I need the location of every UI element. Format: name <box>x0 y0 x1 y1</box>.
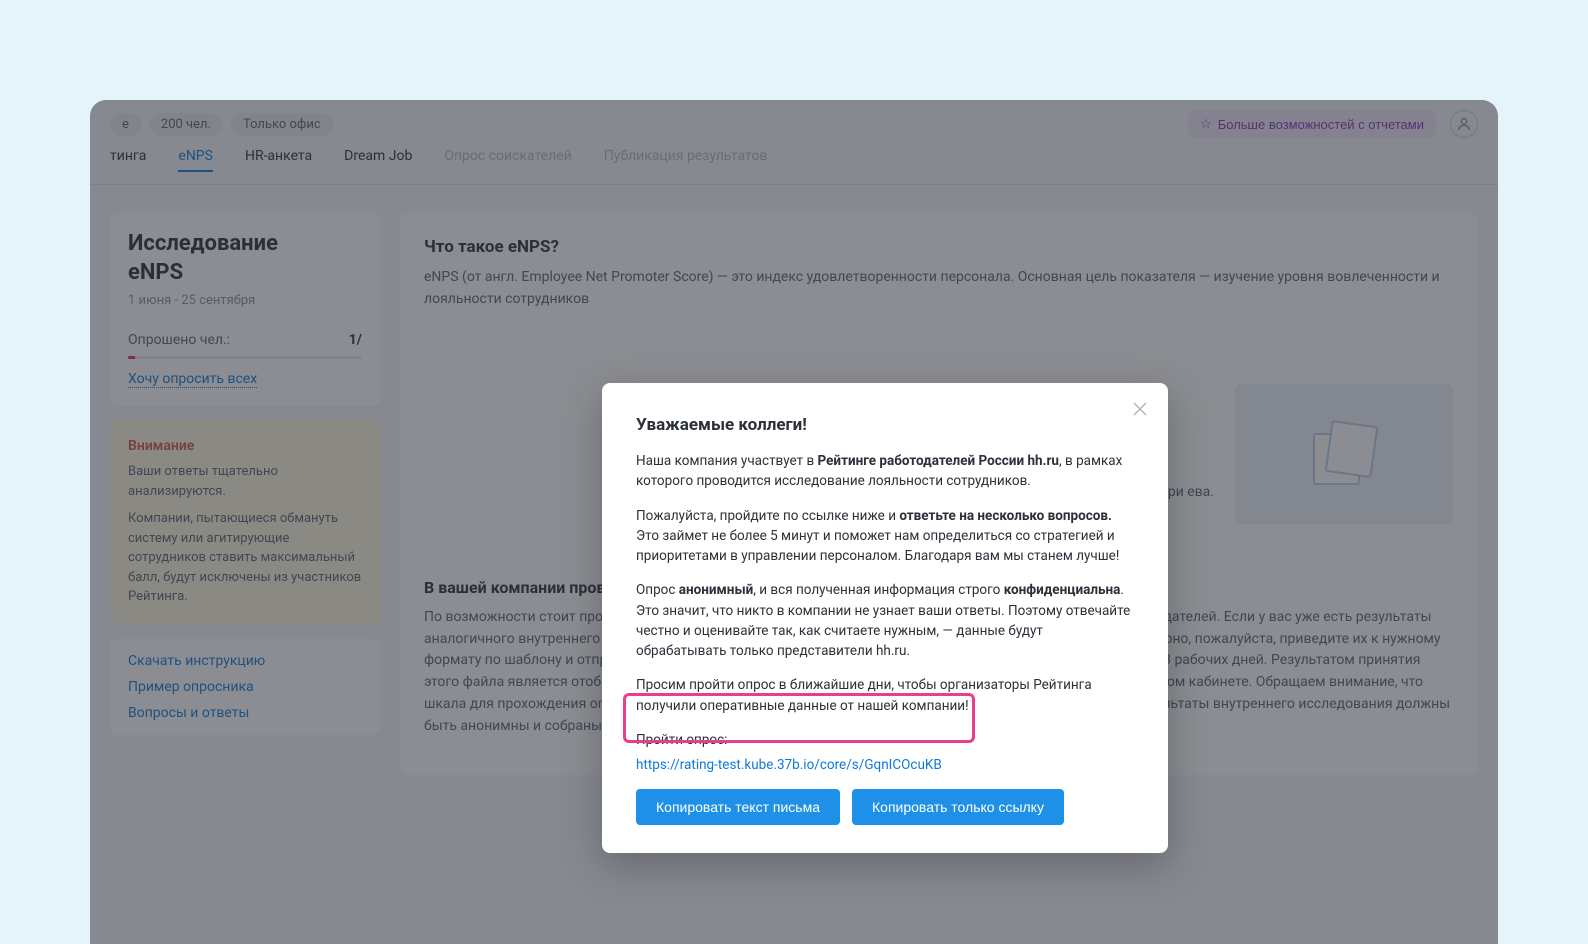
modal-p1: Наша компания участвует в Рейтинге работ… <box>636 451 1134 492</box>
app-viewport: е 200 чел. Только офис ☆ Больше возможно… <box>90 100 1498 944</box>
modal-p2: Пожалуйста, пройдите по ссылке ниже и от… <box>636 506 1134 567</box>
close-icon[interactable] <box>1128 397 1152 421</box>
modal-title: Уважаемые коллеги! <box>636 415 1134 435</box>
modal-buttons: Копировать текст письма Копировать тольк… <box>636 789 1134 825</box>
survey-link[interactable]: https://rating-test.kube.37b.io/core/s/G… <box>636 757 942 773</box>
modal-dialog: Уважаемые коллеги! Наша компания участву… <box>602 383 1168 853</box>
copy-text-button[interactable]: Копировать текст письма <box>636 789 840 825</box>
modal-p5: Пройти опрос: <box>636 730 1134 750</box>
copy-link-button[interactable]: Копировать только ссылку <box>852 789 1064 825</box>
modal-p3: Опрос анонимный, и вся полученная информ… <box>636 580 1134 661</box>
modal-p4: Просим пройти опрос в ближайшие дни, что… <box>636 675 1134 716</box>
